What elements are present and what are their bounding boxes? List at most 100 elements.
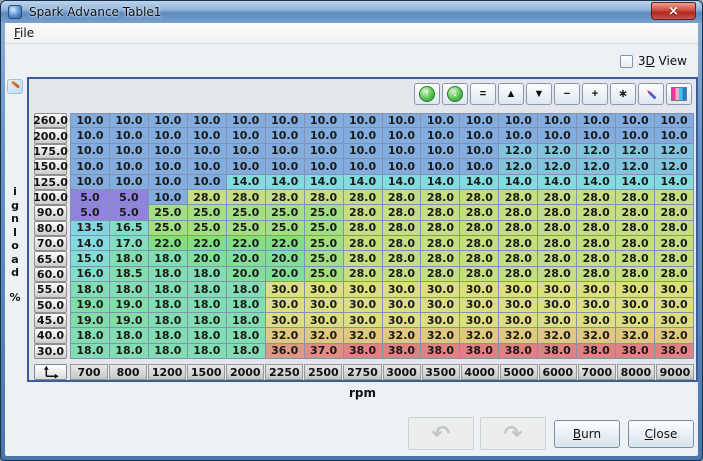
table-cell[interactable]: 10.0: [460, 144, 499, 159]
table-cell[interactable]: 18.0: [149, 267, 188, 282]
table-cell[interactable]: 22.0: [227, 236, 266, 251]
table-cell[interactable]: 18.0: [227, 313, 266, 328]
multiply-button[interactable]: ∗: [610, 83, 636, 105]
table-cell[interactable]: 25.0: [305, 236, 344, 251]
table-cell[interactable]: 28.0: [460, 251, 499, 266]
table-cell[interactable]: 19.0: [70, 298, 110, 313]
table-cell[interactable]: 12.0: [577, 159, 616, 174]
table-cell[interactable]: 10.0: [227, 159, 266, 174]
table-cell[interactable]: 20.0: [266, 251, 305, 266]
table-cell[interactable]: 10.0: [110, 113, 149, 128]
column-header-4000[interactable]: 4000: [461, 364, 499, 380]
table-cell[interactable]: 10.0: [70, 113, 110, 128]
table-cell[interactable]: 18.0: [188, 313, 227, 328]
table-cell[interactable]: 30.0: [655, 298, 694, 313]
table-cell[interactable]: 30.0: [538, 313, 577, 328]
table-cell[interactable]: 30.0: [499, 298, 538, 313]
column-header-9000[interactable]: 9000: [656, 364, 694, 380]
table-cell[interactable]: 38.0: [460, 344, 499, 359]
table-cell[interactable]: 30.0: [460, 313, 499, 328]
table-cell[interactable]: 32.0: [616, 328, 655, 343]
table-cell[interactable]: 10.0: [577, 113, 616, 128]
table-cell[interactable]: 32.0: [499, 328, 538, 343]
table-cell[interactable]: 10.0: [577, 128, 616, 143]
table-cell[interactable]: 32.0: [655, 328, 694, 343]
table-cell[interactable]: 30.0: [421, 282, 460, 297]
table-cell[interactable]: 28.0: [577, 221, 616, 236]
table-cell[interactable]: 30.0: [421, 298, 460, 313]
table-cell[interactable]: 14.0: [383, 175, 422, 190]
table-cell[interactable]: 30.0: [460, 298, 499, 313]
table-cell[interactable]: 28.0: [655, 205, 694, 220]
table-cell[interactable]: 28.0: [577, 236, 616, 251]
table-cell[interactable]: 30.0: [421, 313, 460, 328]
table-cell[interactable]: 28.0: [616, 267, 655, 282]
table-cell[interactable]: 10.0: [344, 159, 383, 174]
row-header-100[interactable]: 100.0: [34, 190, 67, 205]
table-cell[interactable]: 10.0: [499, 113, 538, 128]
table-cell[interactable]: 10.0: [383, 113, 422, 128]
undo-button[interactable]: ↶: [408, 417, 474, 450]
column-header-3500[interactable]: 3500: [422, 364, 460, 380]
table-cell[interactable]: 10.0: [305, 159, 344, 174]
column-header-2500[interactable]: 2500: [304, 364, 342, 380]
table-cell[interactable]: 32.0: [460, 328, 499, 343]
table-cell[interactable]: 28.0: [655, 221, 694, 236]
table-cell[interactable]: 32.0: [344, 328, 383, 343]
table-cell[interactable]: 30.0: [577, 298, 616, 313]
table-cell[interactable]: 14.0: [70, 236, 110, 251]
row-header-30[interactable]: 30.0: [34, 344, 67, 359]
table-cell[interactable]: 10.0: [499, 128, 538, 143]
table-cell[interactable]: 10.0: [421, 144, 460, 159]
table-cell[interactable]: 28.0: [383, 267, 422, 282]
decrease-button[interactable]: ▼: [526, 83, 552, 105]
table-cell[interactable]: 5.0: [70, 190, 110, 205]
table-cell[interactable]: 28.0: [577, 190, 616, 205]
table-cell[interactable]: 18.0: [70, 344, 110, 359]
table-cell[interactable]: 32.0: [577, 328, 616, 343]
table-cell[interactable]: 36.0: [266, 344, 305, 359]
table-cell[interactable]: 10.0: [344, 144, 383, 159]
row-header-150[interactable]: 150.0: [34, 159, 67, 174]
table-cell[interactable]: 12.0: [616, 159, 655, 174]
table-cell[interactable]: 25.0: [188, 205, 227, 220]
table-cell[interactable]: 18.0: [188, 267, 227, 282]
table-cell[interactable]: 30.0: [538, 298, 577, 313]
table-cell[interactable]: 10.0: [616, 128, 655, 143]
table-cell[interactable]: 17.0: [110, 236, 149, 251]
table-cell[interactable]: 14.0: [421, 175, 460, 190]
table-cell[interactable]: 25.0: [149, 221, 188, 236]
redo-button[interactable]: ↷: [480, 417, 546, 450]
table-cell[interactable]: 10.0: [460, 159, 499, 174]
table-cell[interactable]: 28.0: [616, 190, 655, 205]
table-cell[interactable]: 14.0: [577, 175, 616, 190]
table-cell[interactable]: 18.0: [188, 298, 227, 313]
column-header-1200[interactable]: 1200: [148, 364, 186, 380]
table-cell[interactable]: 10.0: [266, 113, 305, 128]
table-cell[interactable]: 10.0: [188, 113, 227, 128]
table-cell[interactable]: 18.0: [149, 251, 188, 266]
table-cell[interactable]: 28.0: [421, 267, 460, 282]
table-cell[interactable]: 32.0: [305, 328, 344, 343]
table-cell[interactable]: 10.0: [266, 144, 305, 159]
table-cell[interactable]: 18.0: [149, 313, 188, 328]
table-cell[interactable]: 10.0: [149, 159, 188, 174]
table-cell[interactable]: 14.0: [655, 175, 694, 190]
table-cell[interactable]: 28.0: [655, 251, 694, 266]
table-cell[interactable]: 28.0: [499, 205, 538, 220]
table-cell[interactable]: 10.0: [383, 128, 422, 143]
table-cell[interactable]: 28.0: [383, 236, 422, 251]
table-cell[interactable]: 10.0: [227, 113, 266, 128]
table-cell[interactable]: 30.0: [266, 298, 305, 313]
table-cell[interactable]: 10.0: [421, 128, 460, 143]
table-cell[interactable]: 28.0: [344, 221, 383, 236]
table-cell[interactable]: 10.0: [110, 128, 149, 143]
table-cell[interactable]: 18.0: [70, 282, 110, 297]
table-cell[interactable]: 10.0: [538, 128, 577, 143]
column-header-2000[interactable]: 2000: [226, 364, 264, 380]
table-cell[interactable]: 28.0: [383, 190, 422, 205]
table-cell[interactable]: 32.0: [421, 328, 460, 343]
table-cell[interactable]: 25.0: [305, 205, 344, 220]
table-cell[interactable]: 18.0: [227, 328, 266, 343]
table-cell[interactable]: 12.0: [538, 144, 577, 159]
